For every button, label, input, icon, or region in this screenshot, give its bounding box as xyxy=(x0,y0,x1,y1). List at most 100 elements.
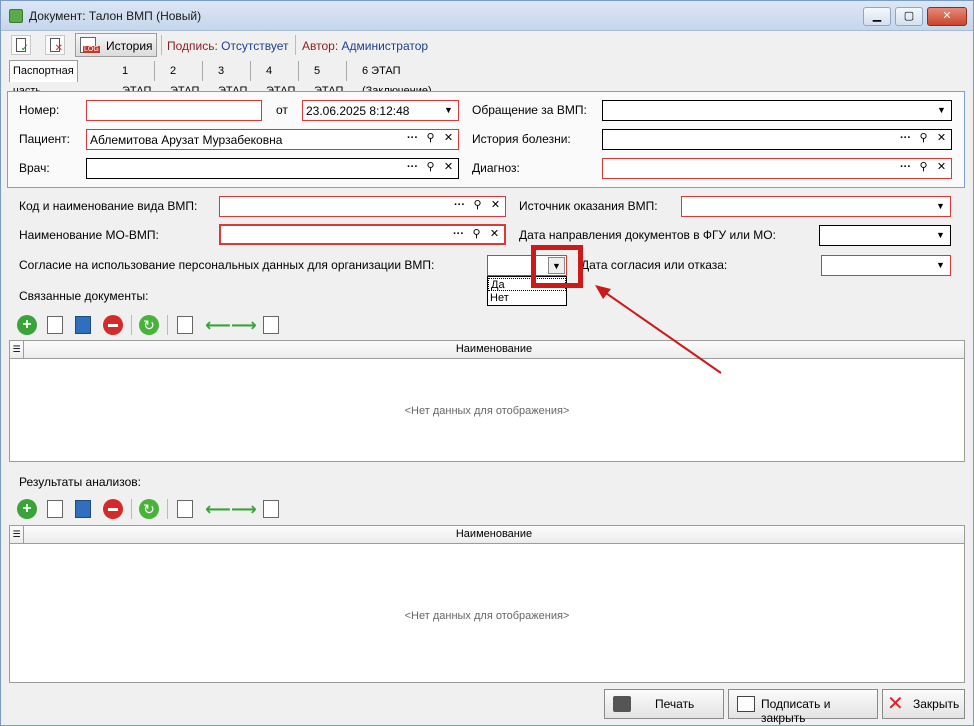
clear-icon[interactable]: ✕ xyxy=(933,131,950,148)
grid-header: ☰ Наименование xyxy=(10,526,964,544)
ellipsis-icon[interactable]: ··· xyxy=(404,131,421,148)
chevron-down-icon[interactable]: ▼ xyxy=(932,198,949,215)
arrow-right-icon[interactable]: ⟶ xyxy=(231,500,257,518)
sign-and-close-button[interactable]: Подписать и закрыть xyxy=(728,689,878,725)
vmp-source-field[interactable]: ▼ xyxy=(681,196,951,217)
refresh-icon[interactable]: ↻ xyxy=(139,499,159,519)
print-button[interactable]: Печать xyxy=(604,689,724,719)
close-icon: ✕ xyxy=(887,693,904,715)
column-chooser-icon[interactable]: ☰ xyxy=(10,341,24,358)
search-icon[interactable]: ⚲ xyxy=(915,160,932,177)
grid-header: ☰ Наименование xyxy=(10,341,964,359)
save-icon[interactable] xyxy=(75,500,91,518)
chevron-down-icon[interactable]: ▼ xyxy=(440,102,457,119)
log-icon: LOG xyxy=(80,37,100,53)
appeal-field[interactable]: ▼ xyxy=(602,100,952,121)
patient-label: Пациент: xyxy=(19,132,71,146)
related-docs-label: Связанные документы: xyxy=(19,289,149,303)
search-icon[interactable]: ⚲ xyxy=(422,131,439,148)
analyses-toolbar: + ↻ ⟵ ⟶ xyxy=(9,495,965,523)
doctor-label: Врач: xyxy=(19,161,50,175)
number-field[interactable] xyxy=(86,100,262,121)
close-window-button[interactable]: ✕ xyxy=(927,7,967,26)
history-button[interactable]: LOG История xyxy=(75,33,157,57)
search-icon[interactable]: ⚲ xyxy=(469,198,486,215)
list-icon[interactable] xyxy=(263,500,279,518)
column-chooser-icon[interactable]: ☰ xyxy=(10,526,24,543)
history-field[interactable]: ··· ⚲ ✕ xyxy=(602,129,952,150)
arrow-left-icon[interactable]: ⟵ xyxy=(205,500,231,518)
title-bar: Документ: Талон ВМП (Новый) ▁ ▢ ✕ xyxy=(1,1,973,31)
doctor-field[interactable]: ··· ⚲ ✕ xyxy=(86,158,459,179)
consent-date-field[interactable]: ▼ xyxy=(821,255,951,276)
maximize-button[interactable]: ▢ xyxy=(895,7,923,26)
fgu-date-label: Дата направления документов в ФГУ или МО… xyxy=(519,228,776,242)
mo-name-label: Наименование МО-ВМП: xyxy=(19,228,159,242)
delete-icon[interactable] xyxy=(103,499,123,519)
diagnosis-field[interactable]: ··· ⚲ ✕ xyxy=(602,158,952,179)
edit-icon[interactable] xyxy=(47,316,63,334)
vmp-code-field[interactable]: ··· ⚲ ✕ xyxy=(219,196,506,217)
chevron-down-icon[interactable]: ▼ xyxy=(932,257,949,274)
date-field[interactable]: 23.06.2025 8:12:48 ▼ xyxy=(302,100,459,121)
add-icon[interactable]: + xyxy=(17,315,37,335)
printer-icon xyxy=(613,696,631,712)
mo-name-field[interactable]: ··· ⚲ ✕ xyxy=(219,224,506,245)
patient-field[interactable]: Аблемитова Арузат Мурзабековна ··· ⚲ ✕ xyxy=(86,129,459,150)
clear-icon[interactable]: ✕ xyxy=(486,227,503,244)
clear-icon[interactable]: ✕ xyxy=(487,198,504,215)
clear-icon[interactable]: ✕ xyxy=(933,160,950,177)
tab-stage-5[interactable]: 5 ЭТАП xyxy=(311,61,348,97)
history-label: История болезни: xyxy=(472,132,571,146)
analyses-label: Результаты анализов: xyxy=(19,475,141,489)
consent-label: Согласие на использование персональных д… xyxy=(19,258,435,272)
refresh-icon[interactable]: ↻ xyxy=(139,315,159,335)
sign-document-icon xyxy=(737,696,755,712)
chevron-down-icon[interactable]: ▼ xyxy=(933,102,950,119)
empty-grid-message: <Нет данных для отображения> xyxy=(404,405,570,417)
ellipsis-icon[interactable]: ··· xyxy=(450,227,467,244)
minimize-button[interactable]: ▁ xyxy=(863,7,891,26)
search-icon[interactable]: ⚲ xyxy=(468,227,485,244)
clear-icon[interactable]: ✕ xyxy=(440,131,457,148)
list-icon[interactable] xyxy=(263,316,279,334)
arrow-left-icon[interactable]: ⟵ xyxy=(205,316,231,334)
column-header-name[interactable]: Наименование xyxy=(24,343,964,355)
tab-stage-6[interactable]: 6 ЭТАП (Заключение) xyxy=(359,61,435,97)
chevron-down-icon[interactable]: ▼ xyxy=(932,227,949,244)
save-icon[interactable] xyxy=(75,316,91,334)
tab-stage-1[interactable]: 1 ЭТАП xyxy=(119,61,156,97)
annotation-arrow-icon xyxy=(595,285,722,374)
clear-icon[interactable]: ✕ xyxy=(440,160,457,177)
search-icon[interactable]: ⚲ xyxy=(422,160,439,177)
column-header-name[interactable]: Наименование xyxy=(24,528,964,540)
document-toolbar: ✓ ✕ LOG История Подпись: Отсутствует Авт… xyxy=(7,33,967,57)
fgu-date-field[interactable]: ▼ xyxy=(819,225,951,246)
tab-stage-4[interactable]: 4 ЭТАП xyxy=(263,61,300,97)
ellipsis-icon[interactable]: ··· xyxy=(897,160,914,177)
close-button[interactable]: ✕ Закрыть xyxy=(882,689,965,719)
edit-icon[interactable] xyxy=(47,500,63,518)
ellipsis-icon[interactable]: ··· xyxy=(404,160,421,177)
consent-date-label: Дата согласия или отказа: xyxy=(581,258,728,272)
add-icon[interactable]: + xyxy=(17,499,37,519)
diagnosis-label: Диагноз: xyxy=(472,161,520,175)
reject-document-icon[interactable]: ✕ xyxy=(45,35,65,55)
delete-icon[interactable] xyxy=(103,315,123,335)
list-icon[interactable] xyxy=(177,500,193,518)
ellipsis-icon[interactable]: ··· xyxy=(451,198,468,215)
list-icon[interactable] xyxy=(177,316,193,334)
window-title: Документ: Талон ВМП (Новый) xyxy=(29,9,202,23)
option-no[interactable]: Нет xyxy=(488,292,566,305)
vmp-code-label: Код и наименование вида ВМП: xyxy=(19,199,198,213)
from-label: от xyxy=(276,103,288,117)
tab-passport[interactable]: Паспортная часть xyxy=(9,60,78,97)
arrow-right-icon[interactable]: ⟶ xyxy=(231,316,257,334)
tab-stage-2[interactable]: 2 ЭТАП xyxy=(167,61,204,97)
approve-document-icon[interactable]: ✓ xyxy=(11,35,31,55)
search-icon[interactable]: ⚲ xyxy=(915,131,932,148)
document-window: Документ: Талон ВМП (Новый) ▁ ▢ ✕ ✓ ✕ LO… xyxy=(0,0,974,726)
ellipsis-icon[interactable]: ··· xyxy=(897,131,914,148)
tab-stage-3[interactable]: 3 ЭТАП xyxy=(215,61,252,97)
app-icon xyxy=(9,9,23,23)
